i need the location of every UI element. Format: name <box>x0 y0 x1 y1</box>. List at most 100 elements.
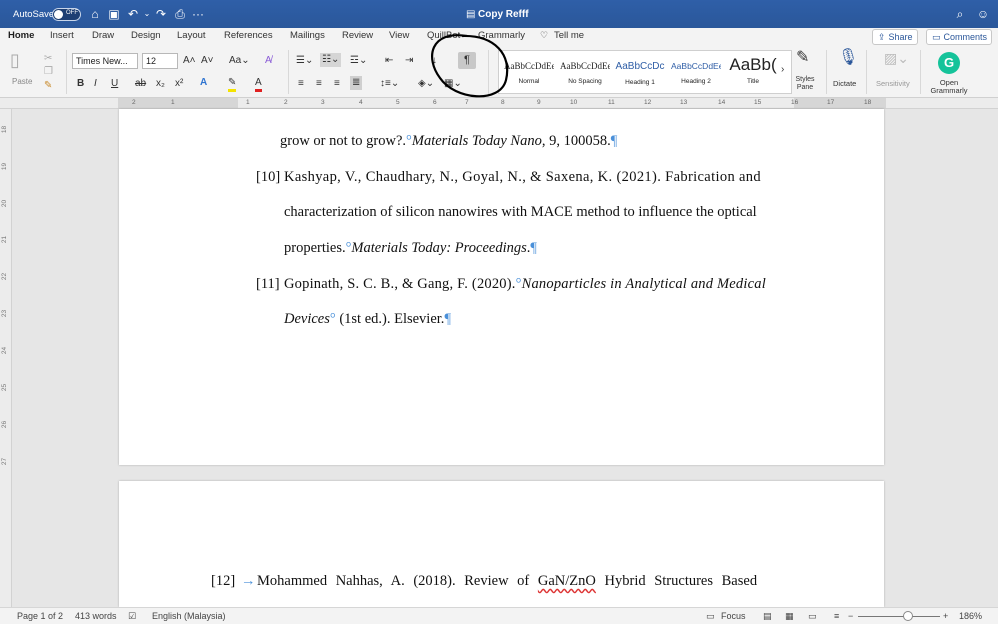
zoom-slider[interactable] <box>858 616 940 617</box>
copy-icon[interactable]: ❐ <box>44 66 53 78</box>
language[interactable]: English (Malaysia) <box>152 611 226 621</box>
justify-icon[interactable]: ≣ <box>350 76 363 90</box>
ruler-number: 16 <box>791 99 799 106</box>
change-case-icon[interactable]: Aa⌄ <box>229 55 250 67</box>
font-color-icon[interactable]: A <box>255 77 262 92</box>
font-name-select[interactable]: Times New... <box>72 53 138 69</box>
italic-icon[interactable]: I <box>94 78 97 90</box>
align-center-icon[interactable]: ≡ <box>316 78 322 90</box>
tab-view[interactable]: View <box>389 30 409 46</box>
subscript-icon[interactable]: x₂ <box>156 78 165 90</box>
bold-icon[interactable]: B <box>77 78 84 90</box>
home-icon[interactable]: ⌂ <box>88 7 102 21</box>
tab-draw[interactable]: Draw <box>92 30 114 46</box>
ruler-number: 26 <box>1 420 9 429</box>
bullets-icon[interactable]: ☰⌄ <box>296 55 313 67</box>
tab-review[interactable]: Review <box>342 30 373 46</box>
reference-10-number: [10] <box>256 169 281 185</box>
font-size-select[interactable]: 12 <box>142 53 178 69</box>
highlight-icon[interactable]: ✎ <box>228 77 237 92</box>
undo-dropdown-icon[interactable]: ⌄ <box>140 7 154 21</box>
proofing-icon[interactable]: ☑ <box>128 611 136 622</box>
microphone-icon[interactable]: 🎙 <box>838 50 858 66</box>
decrease-indent-icon[interactable]: ⇤ <box>385 55 393 67</box>
styles-pane-label[interactable]: Styles Pane <box>790 76 820 92</box>
zoom-level[interactable]: 186% <box>959 611 982 621</box>
paste-label[interactable]: Paste <box>12 76 32 88</box>
ruler-number: 1 <box>246 99 250 106</box>
tab-references[interactable]: References <box>224 30 273 46</box>
tab-grammarly[interactable]: Grammarly <box>478 30 525 46</box>
underline-icon[interactable]: U <box>111 78 118 90</box>
style-heading-2[interactable]: AaBbCcDdEe Heading 2 <box>671 52 721 92</box>
reference-9-tail: grow or not to grow?.°Materials Today Na… <box>280 133 618 149</box>
tab-home[interactable]: Home <box>8 30 35 48</box>
undo-icon[interactable]: ↶ <box>126 7 140 21</box>
document-title[interactable]: Copy Refff <box>478 0 529 28</box>
sensitivity-icon[interactable]: ▨⌄ <box>884 51 909 65</box>
styles-pane-icon[interactable]: ✎ <box>796 50 809 66</box>
style-name: Title <box>746 78 760 85</box>
save-icon[interactable]: ▣ <box>107 7 121 21</box>
web-layout-icon[interactable]: ▭ <box>808 611 817 622</box>
ruler-number: 23 <box>1 309 9 318</box>
multilevel-list-icon[interactable]: ☲⌄ <box>350 55 367 67</box>
sensitivity-label[interactable]: Sensitivity <box>876 78 910 90</box>
clear-formatting-icon[interactable]: A̸ <box>265 55 272 67</box>
vertical-ruler[interactable]: 18 19 20 21 22 23 24 25 26 27 <box>0 109 12 607</box>
focus-icon[interactable]: ▭ <box>706 611 715 622</box>
zoom-slider-handle[interactable] <box>903 611 913 621</box>
more-icon[interactable]: ··· <box>191 7 205 21</box>
chevron-right-icon[interactable]: › <box>781 64 784 76</box>
style-normal[interactable]: AaBbCcDdEe Normal <box>504 52 554 92</box>
style-preview: AaBbCcDdEe <box>560 61 610 71</box>
zoom-in-icon[interactable]: + <box>943 611 948 621</box>
grammarly-icon[interactable]: G <box>938 52 960 74</box>
dictate-label[interactable]: Dictate <box>833 78 856 90</box>
clipboard-icon[interactable]: ▯ <box>10 51 20 69</box>
numbering-icon[interactable]: ☷⌄ <box>320 53 342 67</box>
page-count[interactable]: Page 1 of 2 <box>17 611 63 621</box>
tab-insert[interactable]: Insert <box>50 30 74 46</box>
comments-button[interactable]: ▭ Comments <box>926 29 992 45</box>
format-painter-icon[interactable]: ✎ <box>44 80 52 92</box>
tab-layout[interactable]: Layout <box>177 30 206 46</box>
grow-font-icon[interactable]: A˄ <box>183 55 196 67</box>
outline-icon[interactable]: ≡ <box>834 611 839 621</box>
open-grammarly-label[interactable]: Open Grammarly <box>929 79 969 95</box>
read-mode-icon[interactable]: ▤ <box>763 611 772 622</box>
strikethrough-icon[interactable]: ab <box>135 78 146 90</box>
title-bar: AutoSave OFF ⌂ ▣ ↶ ⌄ ↷ ⎙ ··· ▤ Copy Reff… <box>0 0 998 28</box>
line-spacing-icon[interactable]: ↕≡⌄ <box>380 78 399 90</box>
align-right-icon[interactable]: ≡ <box>334 78 340 90</box>
superscript-icon[interactable]: x² <box>175 78 183 90</box>
show-formatting-marks-button[interactable]: ¶ <box>458 52 476 69</box>
cut-icon[interactable]: ✂ <box>44 53 52 65</box>
print-icon[interactable]: ⎙ <box>173 7 187 21</box>
tab-arrow-mark: → <box>241 573 256 589</box>
autosave-toggle[interactable]: OFF <box>52 8 81 21</box>
print-layout-icon[interactable]: ▦ <box>785 611 794 622</box>
borders-icon[interactable]: ▦⌄ <box>444 78 462 90</box>
word-count[interactable]: 413 words <box>75 611 117 621</box>
sort-icon[interactable]: ↓ <box>432 55 437 67</box>
style-no-spacing[interactable]: AaBbCcDdEe No Spacing <box>560 52 610 92</box>
search-icon[interactable]: ⌕ <box>953 7 967 21</box>
account-icon[interactable]: ☺ <box>976 7 990 21</box>
style-heading-1[interactable]: AaBbCcDc Heading 1 <box>615 52 665 92</box>
horizontal-ruler[interactable]: 2 1 1 2 3 4 5 6 7 8 9 10 11 12 13 14 15 … <box>0 98 998 109</box>
zoom-out-icon[interactable]: − <box>848 611 853 621</box>
focus-label[interactable]: Focus <box>721 611 746 621</box>
increase-indent-icon[interactable]: ⇥ <box>405 55 413 67</box>
tab-tell-me[interactable]: Tell me <box>554 30 584 46</box>
tab-mailings[interactable]: Mailings <box>290 30 325 46</box>
text-effects-icon[interactable]: A <box>200 77 207 89</box>
shading-icon[interactable]: ◈⌄ <box>418 78 434 90</box>
tab-design[interactable]: Design <box>131 30 161 46</box>
redo-icon[interactable]: ↷ <box>154 7 168 21</box>
align-left-icon[interactable]: ≡ <box>298 78 304 90</box>
shrink-font-icon[interactable]: A˅ <box>201 55 214 67</box>
tab-quillbot[interactable]: QuillBot <box>427 30 460 46</box>
share-button[interactable]: ⇪ Share <box>872 29 918 45</box>
style-title[interactable]: AaBb(Title <box>727 52 779 92</box>
